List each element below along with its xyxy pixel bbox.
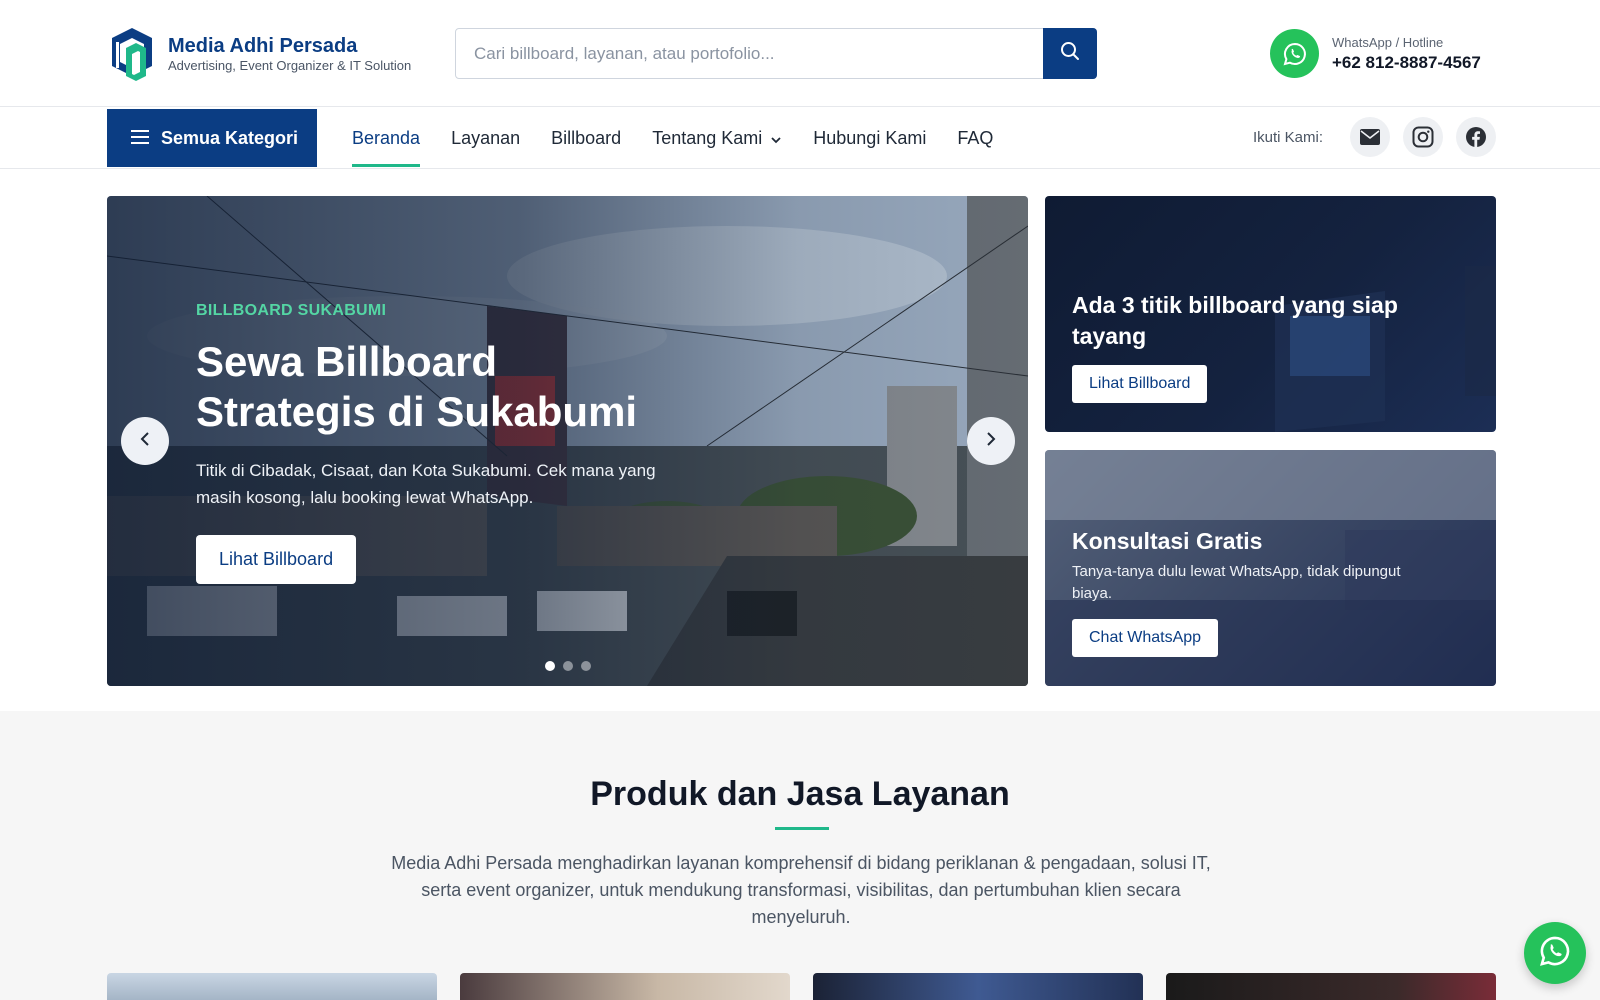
whatsapp-icon bbox=[1538, 934, 1572, 973]
promo-title: Ada 3 titik billboard yang siap tayang bbox=[1072, 292, 1398, 349]
instagram-icon[interactable] bbox=[1403, 117, 1443, 157]
brand-name: Media Adhi Persada bbox=[168, 35, 358, 57]
chevron-right-icon bbox=[985, 431, 997, 452]
service-card[interactable] bbox=[460, 973, 790, 1000]
menu-icon bbox=[131, 128, 149, 149]
promo-card-billboard: Ada 3 titik billboard yang siap tayang L… bbox=[1045, 196, 1496, 432]
nav-link-tentang-kami[interactable]: Tentang Kami bbox=[652, 107, 782, 169]
search-icon bbox=[1060, 41, 1080, 66]
services-section: Produk dan Jasa Layanan Media Adhi Persa… bbox=[0, 711, 1600, 1000]
chevron-down-icon bbox=[770, 128, 782, 149]
brand-logo[interactable]: Media Adhi Persada Advertising, Event Or… bbox=[106, 26, 411, 82]
slider-dot[interactable] bbox=[563, 661, 573, 671]
mail-icon[interactable] bbox=[1350, 117, 1390, 157]
follow-label: Ikuti Kami: bbox=[1252, 128, 1323, 146]
social-follow: Ikuti Kami: bbox=[1253, 117, 1496, 157]
nav-link-billboard[interactable]: Billboard bbox=[551, 107, 621, 169]
slider-dot[interactable] bbox=[545, 661, 555, 671]
search-button[interactable] bbox=[1043, 28, 1097, 79]
service-card[interactable] bbox=[1166, 973, 1496, 1000]
brand-tagline: Advertising, Event Organizer & IT Soluti… bbox=[168, 58, 412, 73]
slider-prev-button[interactable] bbox=[121, 417, 169, 465]
whatsapp-icon bbox=[1270, 29, 1319, 78]
hero-description: Titik di Cibadak, Cisaat, dan Kota Sukab… bbox=[196, 461, 656, 507]
hotline[interactable]: WhatsApp / Hotline +62 812-8887-4567 bbox=[1270, 29, 1481, 78]
service-card[interactable] bbox=[813, 973, 1143, 1000]
nav-link-faq[interactable]: FAQ bbox=[957, 107, 993, 169]
hero-title: Sewa Billboard Strategis di Sukabumi bbox=[196, 338, 638, 435]
hero-cta-button[interactable]: Lihat Billboard bbox=[196, 535, 357, 584]
search-bar bbox=[455, 28, 1097, 79]
slider-dot[interactable] bbox=[581, 661, 591, 671]
slider-next-button[interactable] bbox=[967, 417, 1015, 465]
nav-link-layanan[interactable]: Layanan bbox=[451, 107, 520, 169]
section-description: Media Adhi Persada menghadirkan layanan … bbox=[391, 853, 1211, 927]
nav-links: Beranda Layanan Billboard Tentang Kami H… bbox=[352, 107, 1024, 169]
hero-content: BILLBOARD SUKABUMI Sewa Billboard Strate… bbox=[196, 302, 656, 584]
main-nav: Semua Kategori Beranda Layanan Billboard… bbox=[0, 107, 1600, 169]
promo-card-consultation: Konsultasi Gratis Tanya-tanya dulu lewat… bbox=[1045, 450, 1496, 686]
nav-link-tentang-kami-label: Tentang Kami bbox=[652, 127, 763, 148]
whatsapp-float-button[interactable] bbox=[1524, 922, 1586, 984]
search-input[interactable] bbox=[456, 29, 1043, 78]
promo-title: Konsultasi Gratis bbox=[1072, 528, 1263, 554]
logo-mark-icon bbox=[106, 26, 156, 82]
hotline-label: WhatsApp / Hotline bbox=[1332, 34, 1444, 50]
chevron-left-icon bbox=[139, 431, 151, 452]
hero-kicker: BILLBOARD SUKABUMI bbox=[196, 302, 387, 319]
slider-dots bbox=[545, 661, 599, 671]
promo-text: Tanya-tanya dulu lewat WhatsApp, tidak d… bbox=[1072, 563, 1401, 602]
service-cards bbox=[107, 973, 1519, 1000]
facebook-icon[interactable] bbox=[1456, 117, 1496, 157]
all-categories-label: Semua Kategori bbox=[161, 127, 299, 148]
service-card[interactable] bbox=[107, 973, 437, 1000]
section-title: Produk dan Jasa Layanan bbox=[590, 775, 1010, 813]
all-categories-button[interactable]: Semua Kategori bbox=[107, 109, 317, 167]
nav-link-hubungi-kami[interactable]: Hubungi Kami bbox=[813, 107, 926, 169]
promo-whatsapp-button[interactable]: Chat WhatsApp bbox=[1072, 619, 1219, 657]
top-header: Media Adhi Persada Advertising, Event Or… bbox=[0, 0, 1600, 107]
hero-slider: BILLBOARD SUKABUMI Sewa Billboard Strate… bbox=[107, 196, 1028, 686]
hotline-number[interactable]: +62 812-8887-4567 bbox=[1332, 52, 1481, 74]
nav-link-beranda[interactable]: Beranda bbox=[352, 107, 421, 169]
section-divider bbox=[775, 827, 829, 830]
promo-billboard-button[interactable]: Lihat Billboard bbox=[1072, 365, 1208, 403]
